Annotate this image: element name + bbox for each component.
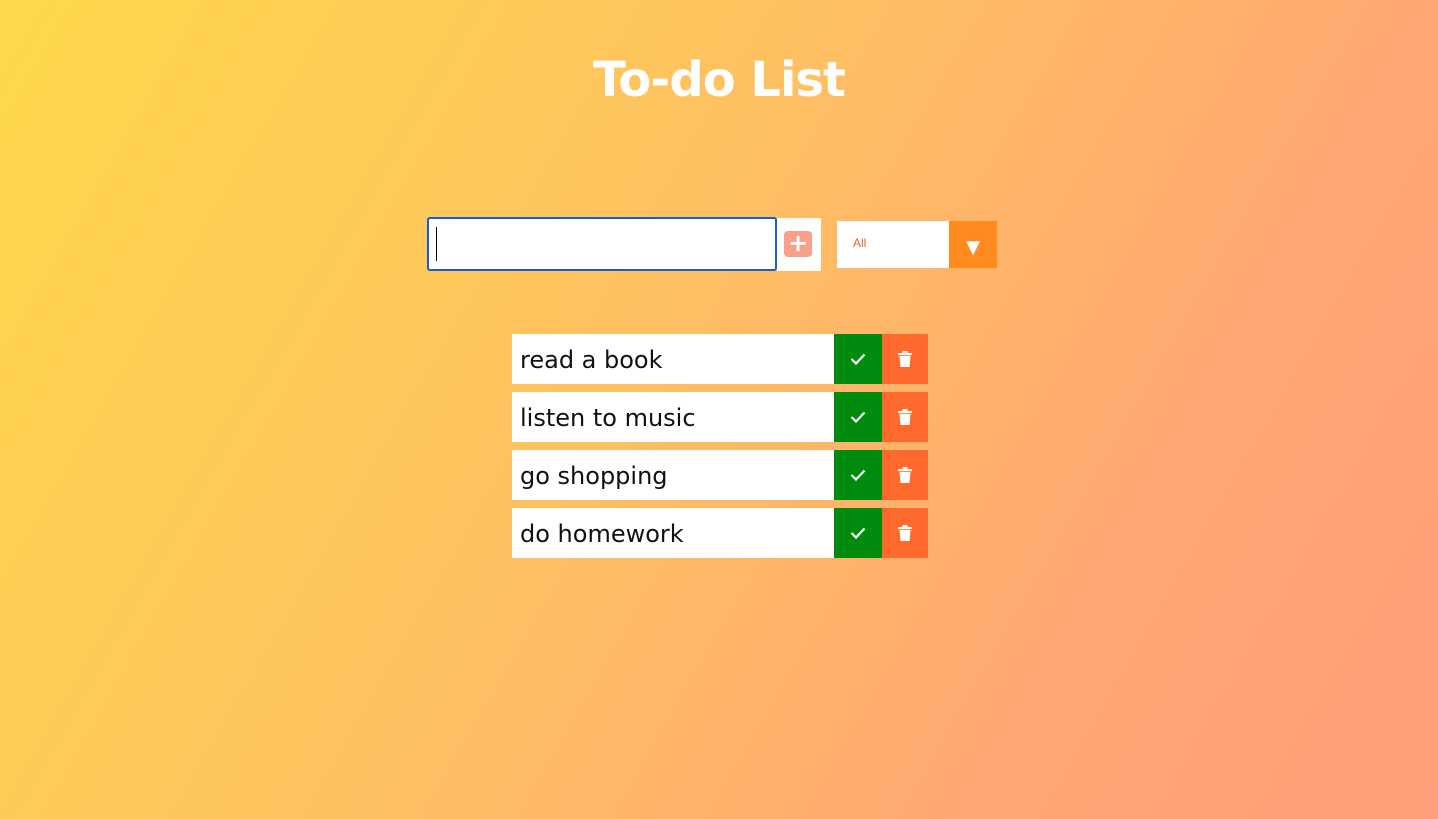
todo-text: go shopping — [512, 450, 834, 500]
trash-icon — [898, 467, 912, 483]
trash-icon — [898, 409, 912, 425]
trash-icon — [898, 525, 912, 541]
complete-button[interactable] — [834, 450, 882, 500]
todo-item: do homework — [512, 508, 928, 558]
complete-button[interactable] — [834, 334, 882, 384]
todo-item: listen to music — [512, 392, 928, 442]
check-icon — [850, 527, 866, 539]
todo-text: read a book — [512, 334, 834, 384]
trash-icon — [898, 351, 912, 367]
todo-text: do homework — [512, 508, 834, 558]
delete-button[interactable] — [882, 450, 928, 500]
filter-select[interactable]: All ▼ — [837, 221, 997, 268]
todo-item: read a book — [512, 334, 928, 384]
filter-selected-value: All — [853, 236, 867, 250]
check-icon — [850, 353, 866, 365]
check-icon — [850, 469, 866, 481]
text-caret — [436, 227, 437, 261]
todo-list: read a book listen to music go shopping … — [512, 334, 928, 566]
chevron-down-icon[interactable]: ▼ — [949, 221, 997, 268]
delete-button[interactable] — [882, 508, 928, 558]
page-title: To-do List — [593, 52, 846, 108]
add-button[interactable]: + — [777, 218, 821, 271]
complete-button[interactable] — [834, 392, 882, 442]
delete-button[interactable] — [882, 392, 928, 442]
check-icon — [850, 411, 866, 423]
complete-button[interactable] — [834, 508, 882, 558]
todo-input[interactable] — [427, 217, 777, 271]
plus-icon: + — [784, 231, 812, 257]
delete-button[interactable] — [882, 334, 928, 384]
todo-text: listen to music — [512, 392, 834, 442]
todo-item: go shopping — [512, 450, 928, 500]
